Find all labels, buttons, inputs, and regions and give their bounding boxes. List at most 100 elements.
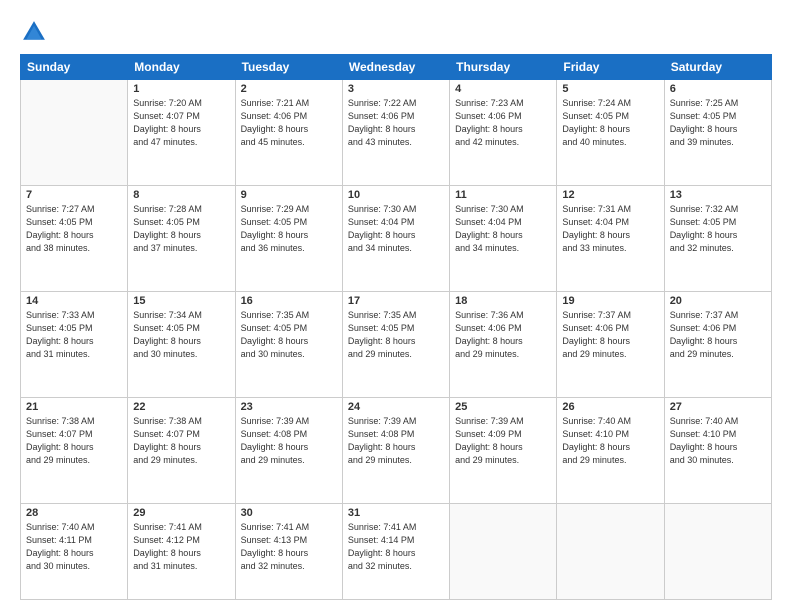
calendar-cell: 28 Sunrise: 7:40 AM Sunset: 4:11 PM Dayli…	[21, 503, 128, 599]
calendar-week-2: 7Sunrise: 7:27 AM Sunset: 4:05 PM Daylig…	[21, 185, 772, 291]
calendar-cell: 4Sunrise: 7:23 AM Sunset: 4:06 PM Daylig…	[450, 80, 557, 186]
calendar-cell: 2 Sunrise: 7:21 AM Sunset: 4:06 PM Daylig…	[235, 80, 342, 186]
logo	[20, 18, 52, 46]
calendar-cell	[450, 503, 557, 599]
day-info: Sunrise: 7:24 AM Sunset: 4:05 PM Dayligh…	[562, 97, 658, 149]
calendar-cell: 19 Sunrise: 7:37 AM Sunset: 4:06 PM Dayli…	[557, 291, 664, 397]
day-number: 7	[26, 189, 122, 201]
day-number: 6	[670, 83, 766, 95]
calendar-cell: 15Sunrise: 7:34 AM Sunset: 4:05 PM Dayli…	[128, 291, 235, 397]
day-number: 19	[562, 295, 658, 307]
day-info: Sunrise: 7:39 AM Sunset: 4:09 PM Dayligh…	[455, 415, 551, 467]
day-number: 15	[133, 295, 229, 307]
calendar-header-row: SundayMondayTuesdayWednesdayThursdayFrid…	[21, 55, 772, 80]
calendar-header-thursday: Thursday	[450, 55, 557, 80]
calendar-cell: 3 Sunrise: 7:22 AM Sunset: 4:06 PM Daylig…	[342, 80, 449, 186]
calendar-cell: 16 Sunrise: 7:35 AM Sunset: 4:05 PM Dayli…	[235, 291, 342, 397]
calendar-header-friday: Friday	[557, 55, 664, 80]
day-info: Sunrise: 7:21 AM Sunset: 4:06 PM Dayligh…	[241, 97, 337, 149]
day-number: 23	[241, 401, 337, 413]
day-number: 16	[241, 295, 337, 307]
day-number: 9	[241, 189, 337, 201]
calendar-cell: 1 Sunrise: 7:20 AM Sunset: 4:07 PM Daylig…	[128, 80, 235, 186]
calendar-cell: 9 Sunrise: 7:29 AM Sunset: 4:05 PM Daylig…	[235, 185, 342, 291]
calendar-cell: 29Sunrise: 7:41 AM Sunset: 4:12 PM Dayli…	[128, 503, 235, 599]
day-number: 1	[133, 83, 229, 95]
calendar-week-3: 14Sunrise: 7:33 AM Sunset: 4:05 PM Dayli…	[21, 291, 772, 397]
calendar-cell: 12 Sunrise: 7:31 AM Sunset: 4:04 PM Dayli…	[557, 185, 664, 291]
day-info: Sunrise: 7:41 AM Sunset: 4:12 PM Dayligh…	[133, 521, 229, 573]
calendar-cell: 18 Sunrise: 7:36 AM Sunset: 4:06 PM Dayli…	[450, 291, 557, 397]
header	[20, 18, 772, 46]
page: SundayMondayTuesdayWednesdayThursdayFrid…	[0, 0, 792, 612]
day-number: 24	[348, 401, 444, 413]
calendar-cell: 7Sunrise: 7:27 AM Sunset: 4:05 PM Daylig…	[21, 185, 128, 291]
calendar-cell: 17 Sunrise: 7:35 AM Sunset: 4:05 PM Dayli…	[342, 291, 449, 397]
day-info: Sunrise: 7:35 AM Sunset: 4:05 PM Dayligh…	[241, 309, 337, 361]
day-info: Sunrise: 7:39 AM Sunset: 4:08 PM Dayligh…	[348, 415, 444, 467]
calendar-cell: 8Sunrise: 7:28 AM Sunset: 4:05 PM Daylig…	[128, 185, 235, 291]
calendar-header-sunday: Sunday	[21, 55, 128, 80]
calendar-cell: 14Sunrise: 7:33 AM Sunset: 4:05 PM Dayli…	[21, 291, 128, 397]
day-number: 3	[348, 83, 444, 95]
day-number: 25	[455, 401, 551, 413]
day-number: 31	[348, 507, 444, 519]
day-info: Sunrise: 7:39 AM Sunset: 4:08 PM Dayligh…	[241, 415, 337, 467]
day-info: Sunrise: 7:28 AM Sunset: 4:05 PM Dayligh…	[133, 203, 229, 255]
calendar-cell: 26 Sunrise: 7:40 AM Sunset: 4:10 PM Dayli…	[557, 397, 664, 503]
day-info: Sunrise: 7:20 AM Sunset: 4:07 PM Dayligh…	[133, 97, 229, 149]
day-info: Sunrise: 7:37 AM Sunset: 4:06 PM Dayligh…	[670, 309, 766, 361]
day-info: Sunrise: 7:40 AM Sunset: 4:10 PM Dayligh…	[670, 415, 766, 467]
calendar-cell	[557, 503, 664, 599]
day-info: Sunrise: 7:23 AM Sunset: 4:06 PM Dayligh…	[455, 97, 551, 149]
day-number: 27	[670, 401, 766, 413]
calendar-cell: 30 Sunrise: 7:41 AM Sunset: 4:13 PM Dayli…	[235, 503, 342, 599]
calendar: SundayMondayTuesdayWednesdayThursdayFrid…	[20, 54, 772, 600]
calendar-cell: 21Sunrise: 7:38 AM Sunset: 4:07 PM Dayli…	[21, 397, 128, 503]
calendar-cell: 13 Sunrise: 7:32 AM Sunset: 4:05 PM Dayli…	[664, 185, 771, 291]
day-info: Sunrise: 7:22 AM Sunset: 4:06 PM Dayligh…	[348, 97, 444, 149]
day-info: Sunrise: 7:38 AM Sunset: 4:07 PM Dayligh…	[26, 415, 122, 467]
calendar-cell	[21, 80, 128, 186]
day-info: Sunrise: 7:32 AM Sunset: 4:05 PM Dayligh…	[670, 203, 766, 255]
calendar-cell: 5Sunrise: 7:24 AM Sunset: 4:05 PM Daylig…	[557, 80, 664, 186]
day-number: 12	[562, 189, 658, 201]
calendar-cell: 6Sunrise: 7:25 AM Sunset: 4:05 PM Daylig…	[664, 80, 771, 186]
calendar-header-monday: Monday	[128, 55, 235, 80]
calendar-cell: 22Sunrise: 7:38 AM Sunset: 4:07 PM Dayli…	[128, 397, 235, 503]
calendar-cell: 25 Sunrise: 7:39 AM Sunset: 4:09 PM Dayli…	[450, 397, 557, 503]
calendar-cell: 23 Sunrise: 7:39 AM Sunset: 4:08 PM Dayli…	[235, 397, 342, 503]
day-info: Sunrise: 7:40 AM Sunset: 4:11 PM Dayligh…	[26, 521, 122, 573]
calendar-header-tuesday: Tuesday	[235, 55, 342, 80]
day-info: Sunrise: 7:36 AM Sunset: 4:06 PM Dayligh…	[455, 309, 551, 361]
day-info: Sunrise: 7:41 AM Sunset: 4:14 PM Dayligh…	[348, 521, 444, 573]
day-info: Sunrise: 7:40 AM Sunset: 4:10 PM Dayligh…	[562, 415, 658, 467]
day-number: 17	[348, 295, 444, 307]
day-info: Sunrise: 7:30 AM Sunset: 4:04 PM Dayligh…	[455, 203, 551, 255]
day-number: 28	[26, 507, 122, 519]
day-info: Sunrise: 7:33 AM Sunset: 4:05 PM Dayligh…	[26, 309, 122, 361]
day-info: Sunrise: 7:29 AM Sunset: 4:05 PM Dayligh…	[241, 203, 337, 255]
calendar-week-5: 28 Sunrise: 7:40 AM Sunset: 4:11 PM Dayli…	[21, 503, 772, 599]
day-number: 26	[562, 401, 658, 413]
calendar-cell: 11 Sunrise: 7:30 AM Sunset: 4:04 PM Dayli…	[450, 185, 557, 291]
day-number: 18	[455, 295, 551, 307]
day-number: 13	[670, 189, 766, 201]
day-info: Sunrise: 7:31 AM Sunset: 4:04 PM Dayligh…	[562, 203, 658, 255]
calendar-cell: 20Sunrise: 7:37 AM Sunset: 4:06 PM Dayli…	[664, 291, 771, 397]
day-info: Sunrise: 7:37 AM Sunset: 4:06 PM Dayligh…	[562, 309, 658, 361]
calendar-cell: 24 Sunrise: 7:39 AM Sunset: 4:08 PM Dayli…	[342, 397, 449, 503]
day-number: 10	[348, 189, 444, 201]
day-info: Sunrise: 7:38 AM Sunset: 4:07 PM Dayligh…	[133, 415, 229, 467]
calendar-cell: 31 Sunrise: 7:41 AM Sunset: 4:14 PM Dayli…	[342, 503, 449, 599]
day-info: Sunrise: 7:30 AM Sunset: 4:04 PM Dayligh…	[348, 203, 444, 255]
calendar-header-wednesday: Wednesday	[342, 55, 449, 80]
day-number: 30	[241, 507, 337, 519]
calendar-week-1: 1 Sunrise: 7:20 AM Sunset: 4:07 PM Daylig…	[21, 80, 772, 186]
calendar-cell: 10 Sunrise: 7:30 AM Sunset: 4:04 PM Dayli…	[342, 185, 449, 291]
day-info: Sunrise: 7:41 AM Sunset: 4:13 PM Dayligh…	[241, 521, 337, 573]
day-info: Sunrise: 7:35 AM Sunset: 4:05 PM Dayligh…	[348, 309, 444, 361]
day-number: 2	[241, 83, 337, 95]
day-number: 11	[455, 189, 551, 201]
calendar-header-saturday: Saturday	[664, 55, 771, 80]
